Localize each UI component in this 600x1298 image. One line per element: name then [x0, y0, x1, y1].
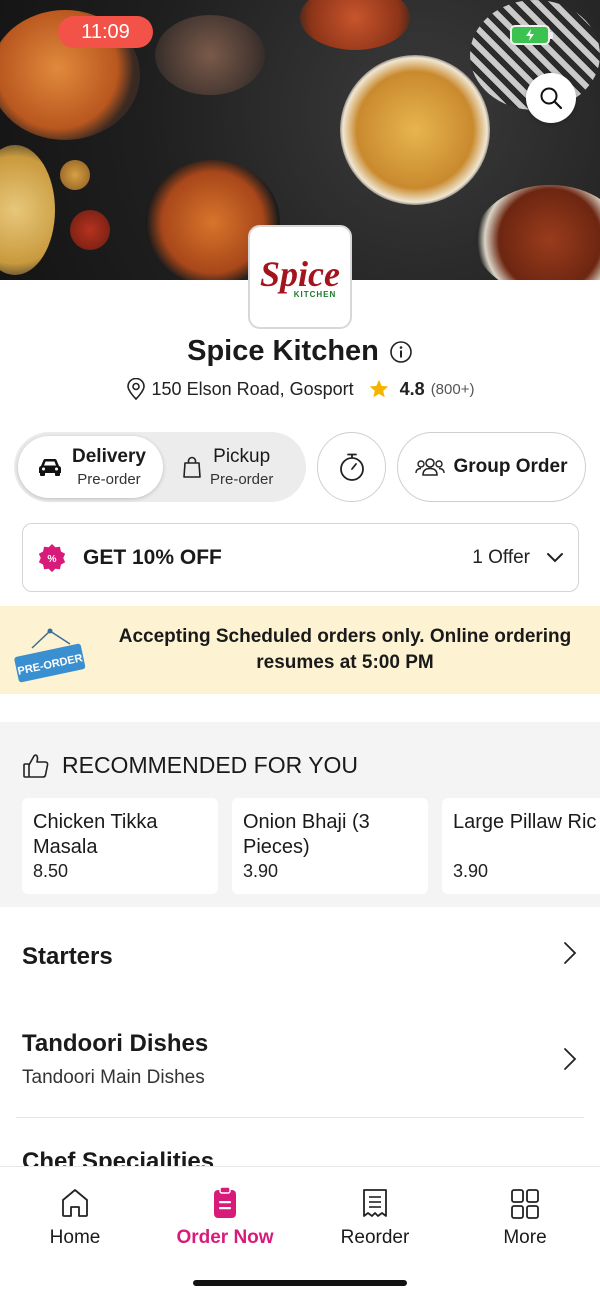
food-photo-element — [300, 0, 410, 50]
recommended-section: RECOMMENDED FOR YOU Chicken Tikka Masala… — [0, 722, 600, 907]
offer-dropdown[interactable]: % GET 10% OFF 1 Offer — [22, 523, 579, 592]
category-subtitle: Tandoori Main Dishes — [22, 1067, 205, 1088]
food-photo-element — [340, 55, 490, 205]
item-price: 8.50 — [33, 861, 69, 881]
battery-icon — [510, 25, 553, 45]
chevron-right-icon — [564, 942, 577, 964]
logo-subtext: KITCHEN — [293, 289, 337, 299]
recommended-title: RECOMMENDED FOR YOU — [62, 752, 359, 778]
pickup-sublabel: Pre-order — [210, 471, 274, 488]
category-row-chef-specialities[interactable]: Chef Specialities — [0, 1118, 600, 1166]
recommended-item-card[interactable]: Chicken Tikka Masala 8.50 — [22, 798, 218, 894]
restaurant-address: 150 Elson Road, Gosport — [151, 378, 354, 399]
food-photo-element — [70, 210, 110, 250]
food-photo-element — [155, 15, 265, 95]
thumbs-up-icon — [23, 753, 49, 778]
offer-count: 1 Offer — [472, 546, 530, 568]
recommended-heading: RECOMMENDED FOR YOU — [22, 752, 358, 779]
address-rating-row: 150 Elson Road, Gosport 4.8 (800+) — [0, 378, 600, 400]
bottom-navigation: Home Order Now Reorder More — [0, 1166, 600, 1298]
rating-count: (800+) — [430, 380, 475, 398]
info-icon[interactable] — [389, 340, 413, 364]
category-row-tandoori[interactable]: Tandoori Dishes Tandoori Main Dishes — [0, 1010, 600, 1118]
nav-order-now[interactable]: Order Now — [150, 1187, 300, 1249]
delivery-label: Delivery — [72, 446, 146, 467]
banner-message: Accepting Scheduled orders only. Online … — [118, 626, 572, 673]
food-photo-element — [0, 145, 55, 275]
category-title: Starters — [22, 943, 113, 970]
stopwatch-icon — [339, 453, 364, 481]
pickup-option[interactable]: Pickup Pre-order — [164, 436, 309, 498]
item-name: Onion Bhaji (3 Pieces) — [243, 811, 370, 858]
nav-home[interactable]: Home — [0, 1187, 150, 1249]
logo-wordmark: Spice — [260, 253, 340, 294]
order-mode-toggle: Delivery Pre-order Pickup Pre-order — [14, 432, 306, 502]
food-photo-element — [475, 185, 600, 280]
preorder-banner: PRE-ORDER Accepting Scheduled orders onl… — [0, 606, 600, 694]
search-icon — [540, 87, 563, 110]
delivery-sublabel: Pre-order — [77, 471, 141, 488]
item-price: 3.90 — [243, 861, 279, 881]
star-icon — [369, 379, 388, 398]
search-button[interactable] — [526, 73, 576, 123]
chevron-down-icon — [547, 552, 563, 562]
shopping-bag-icon — [183, 456, 201, 478]
restaurant-header: Spice Kitchen — [0, 335, 600, 368]
receipt-icon — [363, 1189, 387, 1217]
restaurant-name: Spice Kitchen — [187, 335, 379, 367]
nav-more-label: More — [503, 1227, 547, 1248]
pickup-label: Pickup — [213, 446, 271, 467]
offer-title: GET 10% OFF — [83, 545, 222, 569]
nav-reorder[interactable]: Reorder — [300, 1187, 450, 1249]
chevron-right-icon — [564, 1048, 577, 1070]
restaurant-logo: Spice KITCHEN — [248, 225, 352, 329]
item-price: 3.90 — [453, 861, 489, 881]
preorder-tag-icon: PRE-ORDER — [12, 628, 88, 689]
group-order-button[interactable]: Group Order — [397, 432, 586, 502]
category-title: Chef Specialities — [22, 1148, 215, 1166]
order-icon — [214, 1187, 236, 1218]
category-row-starters[interactable]: Starters — [0, 907, 600, 1007]
group-icon — [415, 458, 446, 476]
grid-icon — [511, 1189, 539, 1219]
recommended-item-card[interactable]: Onion Bhaji (3 Pieces) 3.90 — [232, 798, 428, 894]
status-time: 11:09 — [58, 16, 153, 48]
home-icon — [62, 1189, 88, 1217]
nav-order-now-label: Order Now — [176, 1227, 274, 1248]
car-icon — [39, 459, 61, 476]
nav-home-label: Home — [49, 1227, 101, 1248]
delivery-option[interactable]: Delivery Pre-order — [18, 436, 163, 498]
nav-reorder-label: Reorder — [340, 1227, 410, 1248]
schedule-button[interactable] — [317, 432, 386, 502]
location-pin-icon — [126, 378, 145, 400]
svg-text:%: % — [47, 553, 56, 564]
item-name: Large Pillaw Ric — [453, 811, 597, 833]
food-photo-element — [60, 160, 90, 190]
group-order-label: Group Order — [453, 456, 568, 477]
rating-value: 4.8 — [399, 378, 425, 399]
category-title: Tandoori Dishes — [22, 1030, 209, 1057]
nav-more[interactable]: More — [450, 1187, 600, 1249]
discount-badge-icon: % — [37, 543, 67, 573]
home-indicator — [193, 1280, 407, 1286]
recommended-item-card[interactable]: Large Pillaw Ric 3.90 — [442, 798, 600, 894]
item-name: Chicken Tikka Masala — [33, 811, 158, 858]
